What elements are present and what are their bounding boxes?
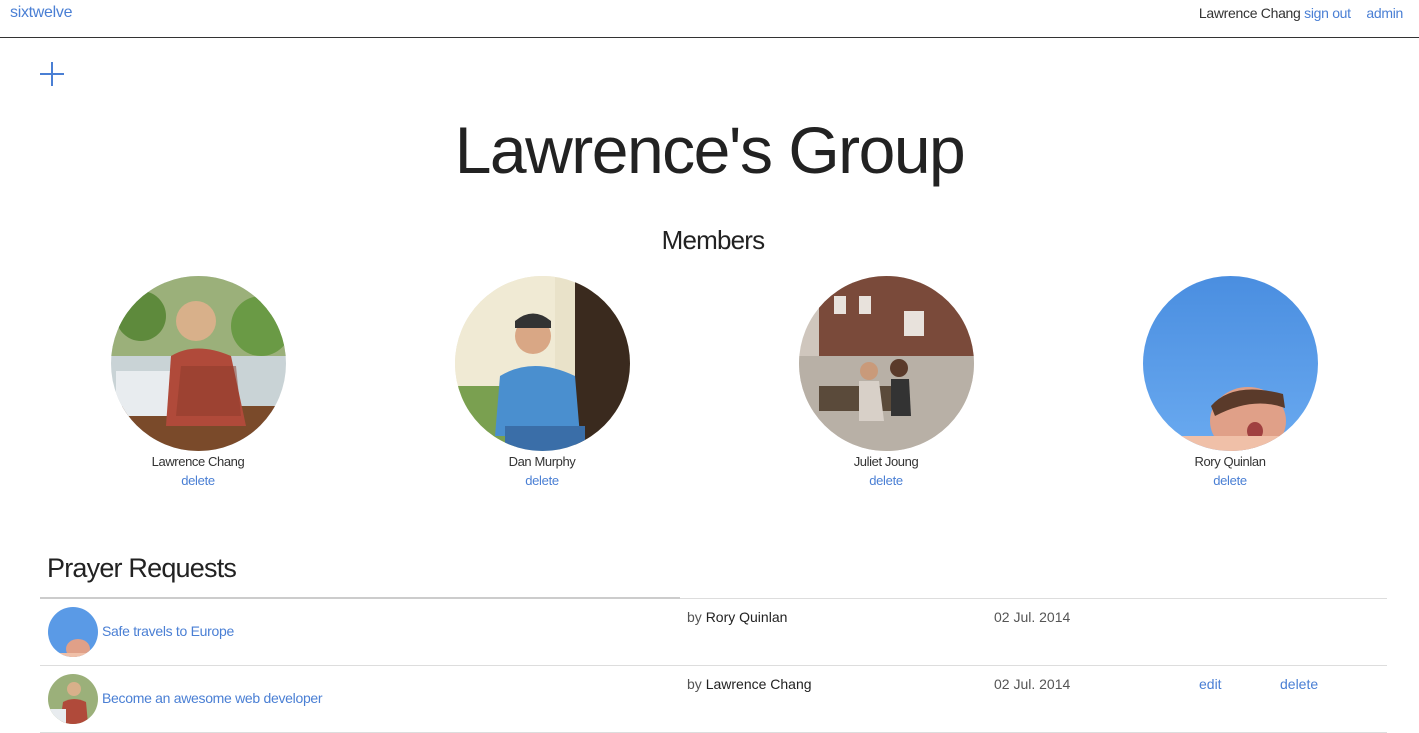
member-name: Rory Quinlan xyxy=(1194,454,1266,469)
member-card: Juliet Joung delete xyxy=(786,276,986,488)
current-user-name: Lawrence Chang xyxy=(1198,5,1301,21)
member-name: Lawrence Chang xyxy=(151,454,245,469)
member-card: Dan Murphy delete xyxy=(442,276,642,488)
avatar xyxy=(454,276,630,451)
prayer-request-link[interactable]: Become an awesome web developer xyxy=(102,690,323,706)
request-author: by Rory Quinlan xyxy=(687,609,787,625)
edit-request-link[interactable]: edit xyxy=(1199,676,1222,692)
request-date: 02 Jul. 2014 xyxy=(994,609,1071,625)
admin-link[interactable]: admin xyxy=(1366,5,1403,21)
top-nav-bar: sixtwelve Lawrence Chang sign out admin xyxy=(0,0,1419,38)
avatar xyxy=(1142,276,1318,451)
members-heading: Members xyxy=(661,225,766,255)
prayer-request-link[interactable]: Safe travels to Europe xyxy=(102,623,234,639)
avatar xyxy=(48,674,98,724)
page-title: Lawrence's Group xyxy=(454,113,966,187)
request-author: by Lawrence Chang xyxy=(687,676,812,692)
request-date: 02 Jul. 2014 xyxy=(994,676,1071,692)
member-name: Dan Murphy xyxy=(508,454,576,469)
by-label: by xyxy=(687,676,702,692)
plus-icon[interactable] xyxy=(40,62,64,86)
prayer-requests-heading: Prayer Requests xyxy=(47,553,237,583)
avatar xyxy=(798,276,974,451)
table-row: Safe travels to Europe by Rory Quinlan 0… xyxy=(40,599,1387,666)
sign-out-link[interactable]: sign out xyxy=(1304,5,1351,21)
member-name: Juliet Joung xyxy=(853,454,919,469)
delete-request-link[interactable]: delete xyxy=(1280,676,1318,692)
delete-member-link[interactable]: delete xyxy=(98,473,298,488)
delete-member-link[interactable]: delete xyxy=(1130,473,1330,488)
user-menu: Lawrence Chang sign out admin xyxy=(1199,5,1403,21)
avatar xyxy=(48,607,98,657)
avatar xyxy=(110,276,286,451)
member-card: Lawrence Chang delete xyxy=(98,276,298,488)
author-name: Lawrence Chang xyxy=(705,676,812,692)
by-label: by xyxy=(687,609,702,625)
brand-link[interactable]: sixtwelve xyxy=(10,4,73,22)
delete-member-link[interactable]: delete xyxy=(442,473,642,488)
delete-member-link[interactable]: delete xyxy=(786,473,986,488)
member-card: Rory Quinlan delete xyxy=(1130,276,1330,488)
table-row: Become an awesome web developer by Lawre… xyxy=(40,666,1387,733)
author-name: Rory Quinlan xyxy=(705,609,788,625)
